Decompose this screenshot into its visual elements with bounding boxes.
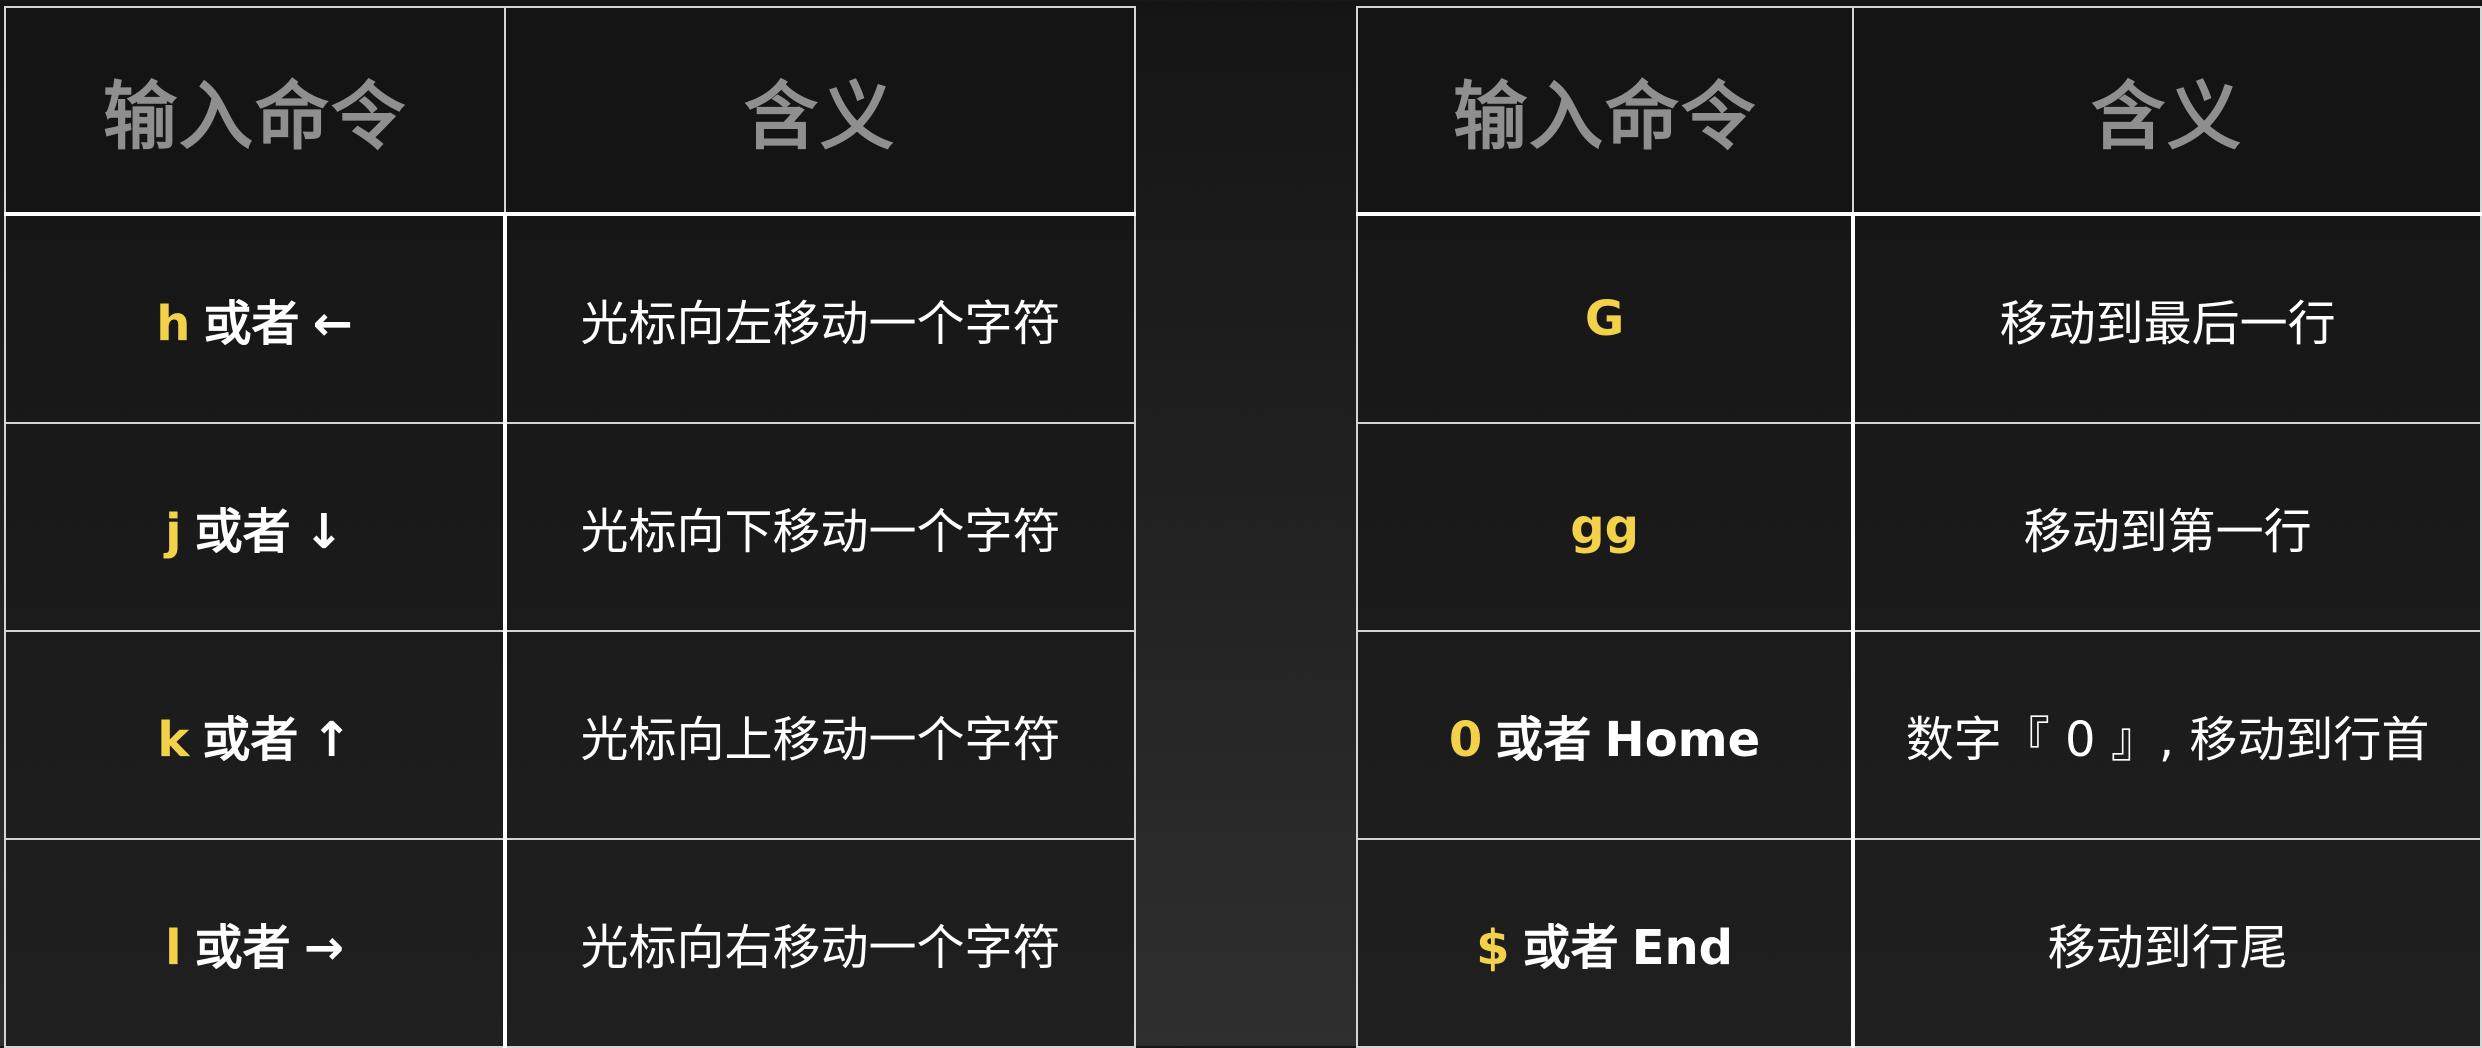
table-header-row: 输入命令 含义	[4, 6, 1136, 215]
command-cell: $ 或者 End	[1355, 838, 1856, 1048]
table-row: $ 或者 End 移动到行尾	[1355, 838, 2482, 1048]
meaning-cell: 移动到行尾	[1852, 838, 2482, 1048]
table-row: l 或者 → 光标向右移动一个字符	[4, 838, 1136, 1048]
command-cell: j 或者 ↓	[4, 422, 507, 632]
command-key: h	[156, 296, 191, 352]
meaning-text: 移动到第一行	[2023, 504, 2312, 560]
table-row: j 或者 ↓ 光标向下移动一个字符	[4, 422, 1136, 632]
meaning-text: 光标向右移动一个字符	[580, 920, 1061, 976]
command-cell: 0 或者 Home	[1355, 630, 1856, 840]
command-key: 0	[1448, 712, 1483, 768]
meaning-text: 光标向下移动一个字符	[580, 504, 1061, 560]
table-row: gg 移动到第一行	[1355, 422, 2482, 632]
meaning-cell: 光标向右移动一个字符	[504, 838, 1136, 1048]
left-arrow-icon: ←	[312, 296, 353, 352]
header-meaning: 含义	[504, 6, 1136, 215]
meaning-text: 光标向左移动一个字符	[580, 296, 1061, 352]
command-cell: l 或者 →	[4, 838, 507, 1048]
table-row: 0 或者 Home 数字『 0 』, 移动到行首	[1355, 630, 2482, 840]
up-arrow-icon: ↑	[311, 712, 352, 768]
command-table-cursor-movement: 输入命令 含义 h 或者 ← 光标向左移动一个字符 j 或者 ↓ 光标向下移动一…	[4, 6, 1136, 1048]
meaning-cell: 光标向下移动一个字符	[504, 422, 1136, 632]
command-cell: gg	[1355, 422, 1856, 632]
down-arrow-icon: ↓	[303, 504, 344, 560]
command-key: k	[157, 712, 190, 768]
meaning-cell: 移动到最后一行	[1852, 213, 2482, 424]
meaning-cell: 光标向上移动一个字符	[504, 630, 1136, 840]
command-cell: h 或者 ←	[4, 213, 507, 424]
command-alt-key: End	[1631, 920, 1734, 976]
table-header-row: 输入命令 含义	[1355, 6, 2482, 215]
table-row: h 或者 ← 光标向左移动一个字符	[4, 213, 1136, 424]
command-connector: 或者	[194, 504, 291, 560]
header-command: 输入命令	[4, 6, 506, 215]
command-cell: G	[1355, 213, 1856, 424]
meaning-text: 移动到行尾	[2047, 920, 2288, 976]
command-key: l	[165, 920, 182, 976]
command-cell: k 或者 ↑	[4, 630, 507, 840]
meaning-cell: 光标向左移动一个字符	[504, 213, 1136, 424]
command-key: $	[1476, 920, 1510, 976]
header-command: 输入命令	[1355, 6, 1855, 215]
command-alt-key: Home	[1604, 712, 1761, 768]
command-key: j	[165, 504, 182, 560]
command-key: gg	[1570, 499, 1639, 555]
meaning-text: 数字『 0 』, 移动到行首	[1905, 712, 2430, 768]
command-connector: 或者	[202, 712, 299, 768]
header-meaning: 含义	[1852, 6, 2482, 215]
table-row: G 移动到最后一行	[1355, 213, 2482, 424]
command-key: G	[1584, 291, 1625, 347]
meaning-text: 光标向上移动一个字符	[580, 712, 1061, 768]
meaning-cell: 数字『 0 』, 移动到行首	[1852, 630, 2482, 840]
right-arrow-icon: →	[303, 920, 344, 976]
command-connector: 或者	[1522, 920, 1619, 976]
command-connector: 或者	[194, 920, 291, 976]
meaning-cell: 移动到第一行	[1852, 422, 2482, 632]
meaning-text: 移动到最后一行	[1999, 296, 2336, 352]
command-table-line-movement: 输入命令 含义 G 移动到最后一行 gg 移动到第一行 0 或者 Home 数字…	[1355, 6, 2482, 1048]
command-connector: 或者	[203, 296, 300, 352]
command-connector: 或者	[1495, 712, 1592, 768]
table-row: k 或者 ↑ 光标向上移动一个字符	[4, 630, 1136, 840]
